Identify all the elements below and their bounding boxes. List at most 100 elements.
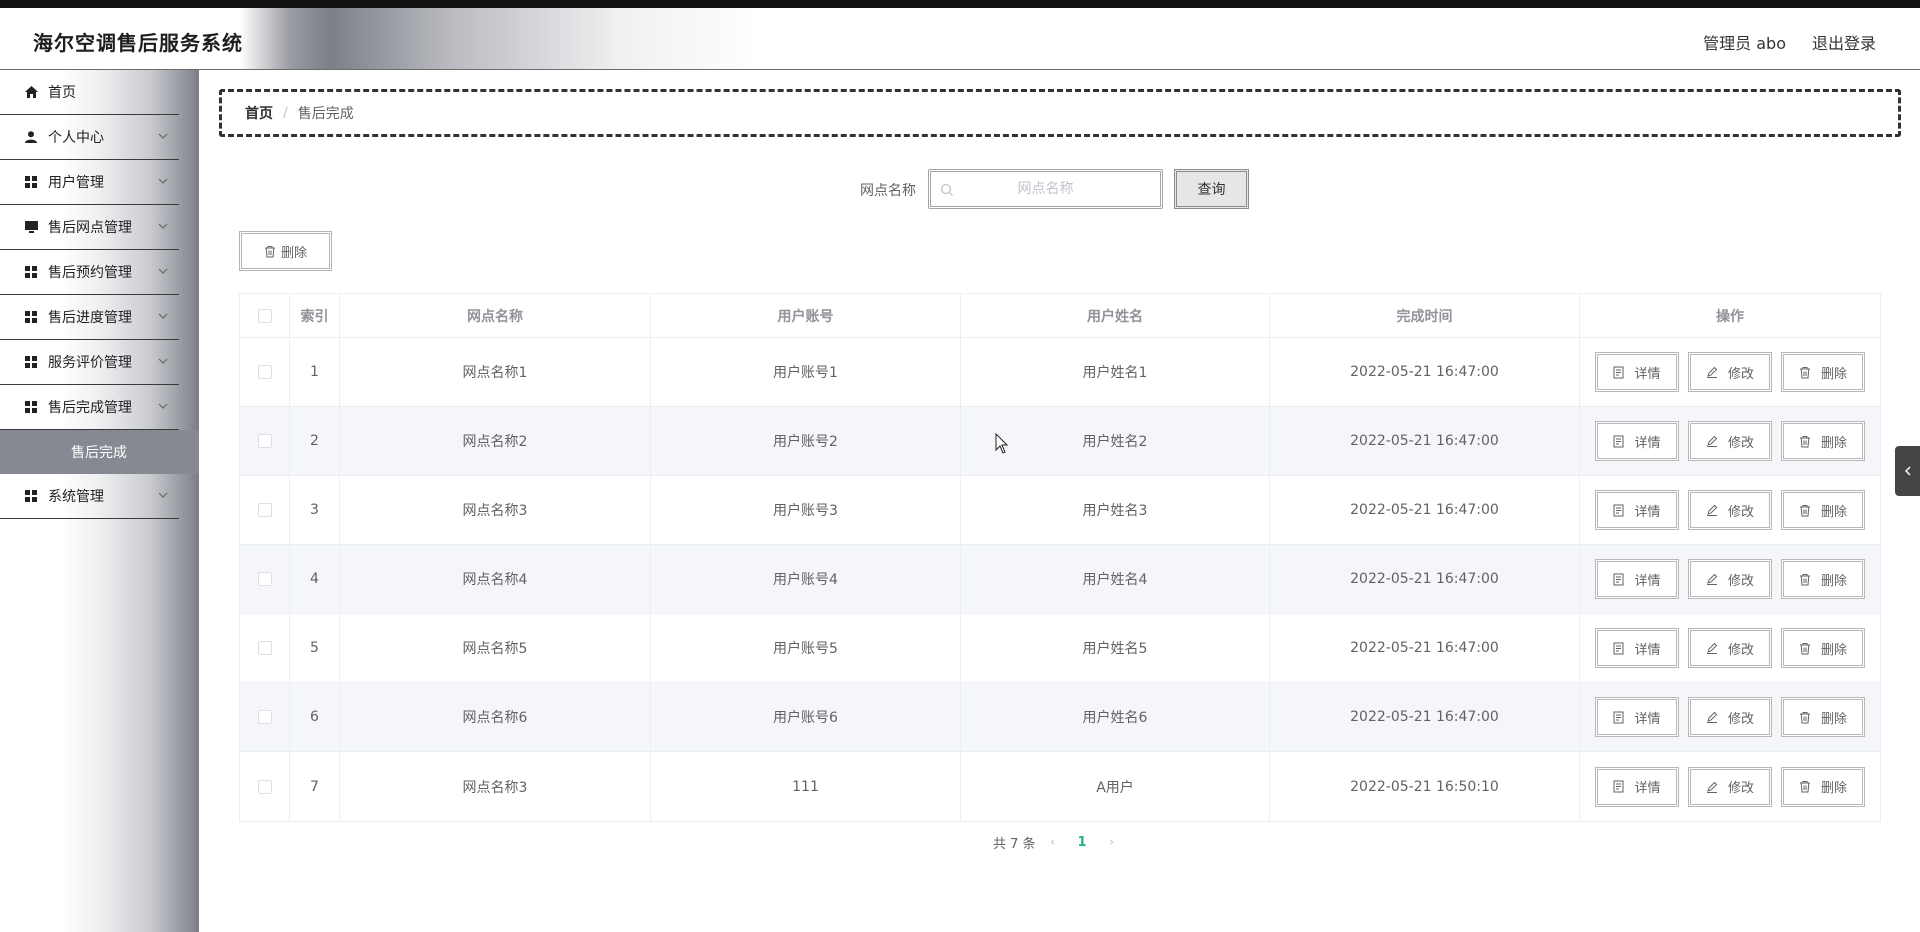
detail-button[interactable]: 详情 <box>1595 490 1679 530</box>
detail-button[interactable]: 详情 <box>1595 352 1679 392</box>
row-checkbox-cell <box>240 476 290 544</box>
sidebar-item-label: 售后进度管理 <box>48 310 132 326</box>
sidebar-item-completion[interactable]: 售后完成管理 <box>0 385 179 430</box>
delete-button[interactable]: 删除 <box>1781 421 1865 461</box>
sidebar-item-reviews[interactable]: 服务评价管理 <box>0 340 179 385</box>
cell-index: 5 <box>290 614 340 682</box>
table-row: 3 网点名称3 用户账号3 用户姓名3 2022-05-21 16:47:00 详情 修改 删… <box>240 476 1880 545</box>
delete-button[interactable]: 删除 <box>1781 766 1865 807</box>
prev-page-button[interactable]: ‹ <box>1046 835 1060 850</box>
detail-button[interactable]: 详情 <box>1595 628 1679 668</box>
chevron-down-icon <box>158 358 168 364</box>
edit-button[interactable]: 修改 <box>1688 697 1772 737</box>
row-checkbox[interactable] <box>257 779 272 794</box>
batch-delete-button[interactable]: 删除 <box>239 231 332 271</box>
column-header: 用户姓名 <box>961 294 1270 337</box>
row-checkbox-cell <box>240 752 290 821</box>
sidebar-item-system[interactable]: 系统管理 <box>0 474 179 519</box>
row-checkbox[interactable] <box>257 434 272 448</box>
trash-icon <box>1799 780 1816 793</box>
edit-label: 修改 <box>1727 711 1754 727</box>
breadcrumb-home[interactable]: 首页 <box>245 103 273 123</box>
user-icon <box>24 130 38 144</box>
delete-label: 删除 <box>1820 504 1847 520</box>
next-page-button[interactable]: › <box>1105 835 1119 850</box>
cell-completion-time: 2022-05-21 16:47:00 <box>1270 338 1580 406</box>
delete-button[interactable]: 删除 <box>1781 352 1865 392</box>
chevron-left-icon <box>1904 466 1911 476</box>
row-checkbox[interactable] <box>257 572 272 586</box>
trash-icon <box>1799 642 1816 655</box>
edit-icon <box>1706 435 1723 447</box>
detail-button[interactable]: 详情 <box>1595 421 1679 461</box>
cell-completion-time: 2022-05-21 16:47:00 <box>1270 476 1580 544</box>
search-input[interactable] <box>931 172 1160 206</box>
row-checkbox-cell <box>240 683 290 751</box>
delete-label: 删除 <box>1820 781 1847 796</box>
search-button[interactable]: 查询 <box>1174 169 1249 209</box>
edit-button[interactable]: 修改 <box>1688 352 1772 392</box>
sidebar-item-label: 售后网点管理 <box>48 220 132 236</box>
delete-button[interactable]: 删除 <box>1781 490 1865 530</box>
sidebar-item-profile[interactable]: 个人中心 <box>0 115 179 160</box>
edit-label: 修改 <box>1727 435 1754 451</box>
sidebar-item-service-outlets[interactable]: 售后网点管理 <box>0 205 179 250</box>
cell-user-account: 用户账号4 <box>651 545 961 613</box>
cell-outlet-name: 网点名称3 <box>340 476 651 544</box>
row-checkbox[interactable] <box>257 641 272 655</box>
mouse-cursor-icon <box>995 433 1009 454</box>
sidebar-subitem-completed[interactable]: 售后完成 <box>0 430 199 474</box>
edit-label: 修改 <box>1727 504 1754 520</box>
cell-index: 4 <box>290 545 340 613</box>
table-row: 6 网点名称6 用户账号6 用户姓名6 2022-05-21 16:47:00 详情 修改 删… <box>240 683 1880 752</box>
cell-user-name: 用户姓名4 <box>961 545 1270 613</box>
sidebar-item-users[interactable]: 用户管理 <box>0 160 179 205</box>
search-field <box>928 169 1163 209</box>
detail-label: 详情 <box>1634 711 1661 727</box>
chevron-down-icon <box>158 178 168 184</box>
delete-label: 删除 <box>1820 366 1847 382</box>
app-title: 海尔空调售后服务系统 <box>33 31 243 55</box>
delete-button[interactable]: 删除 <box>1781 628 1865 668</box>
cell-completion-time: 2022-05-21 16:47:00 <box>1270 683 1580 751</box>
sidebar-item-home[interactable]: 首页 <box>0 70 179 115</box>
row-checkbox[interactable] <box>257 710 272 724</box>
side-drawer-toggle[interactable] <box>1895 446 1920 496</box>
sidebar-item-label: 售后预约管理 <box>48 265 132 281</box>
chevron-up-icon <box>158 403 168 409</box>
edit-button[interactable]: 修改 <box>1688 559 1772 599</box>
detail-button[interactable]: 详情 <box>1595 559 1679 599</box>
trash-icon <box>1799 504 1816 517</box>
edit-button[interactable]: 修改 <box>1688 490 1772 530</box>
edit-icon <box>1706 366 1723 378</box>
logout-link[interactable]: 退出登录 <box>1812 30 1876 54</box>
edit-label: 修改 <box>1727 781 1754 796</box>
cell-index: 3 <box>290 476 340 544</box>
cell-actions: 详情 修改 删除 <box>1580 545 1880 613</box>
sidebar-item-label: 售后完成管理 <box>48 400 132 416</box>
detail-button[interactable]: 详情 <box>1595 697 1679 737</box>
edit-button[interactable]: 修改 <box>1688 421 1772 461</box>
edit-button[interactable]: 修改 <box>1688 766 1772 807</box>
sidebar-item-label: 服务评价管理 <box>48 355 132 371</box>
cell-user-name: 用户姓名6 <box>961 683 1270 751</box>
row-checkbox[interactable] <box>257 503 272 517</box>
select-all-checkbox[interactable] <box>257 308 272 323</box>
chevron-down-icon <box>158 268 168 274</box>
sidebar-item-progress[interactable]: 售后进度管理 <box>0 295 179 340</box>
sidebar-item-appointments[interactable]: 售后预约管理 <box>0 250 179 295</box>
row-checkbox[interactable] <box>257 365 272 379</box>
edit-label: 修改 <box>1727 642 1754 658</box>
page-number[interactable]: 1 <box>1078 835 1087 850</box>
edit-icon <box>1706 504 1723 516</box>
delete-button[interactable]: 删除 <box>1781 559 1865 599</box>
detail-button[interactable]: 详情 <box>1595 766 1679 807</box>
edit-button[interactable]: 修改 <box>1688 628 1772 668</box>
document-icon <box>1613 780 1629 793</box>
delete-label: 删除 <box>1820 711 1847 727</box>
detail-label: 详情 <box>1634 781 1661 796</box>
grid-icon <box>24 175 38 189</box>
delete-button[interactable]: 删除 <box>1781 697 1865 737</box>
edit-icon <box>1706 642 1723 654</box>
cell-user-name: 用户姓名3 <box>961 476 1270 544</box>
